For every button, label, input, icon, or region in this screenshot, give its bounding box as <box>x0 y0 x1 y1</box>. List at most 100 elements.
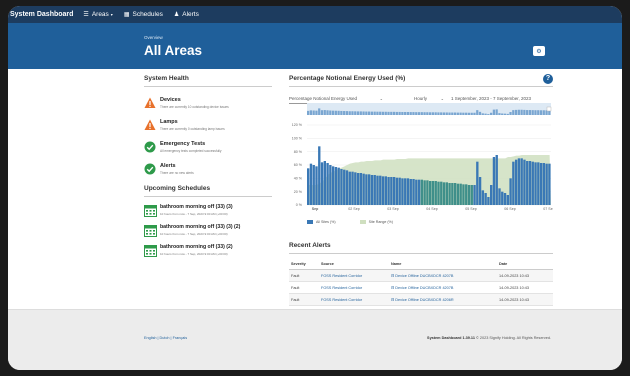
chart-bar[interactable] <box>539 163 543 205</box>
chart-bar[interactable] <box>487 197 490 205</box>
chart-bar[interactable] <box>331 166 335 205</box>
chart-bar[interactable] <box>429 181 432 205</box>
chart-bar[interactable] <box>451 183 454 205</box>
chart-bar[interactable] <box>548 163 551 205</box>
chart-bar[interactable] <box>395 177 399 205</box>
chart-bar[interactable] <box>509 178 512 205</box>
chart-bar[interactable] <box>307 168 310 205</box>
chart-bar[interactable] <box>409 179 412 205</box>
chart-bar[interactable] <box>326 163 329 205</box>
chart-bar[interactable] <box>490 185 493 205</box>
chart-bar[interactable] <box>334 167 338 205</box>
chart-bar[interactable] <box>440 181 443 205</box>
chart-bar[interactable] <box>456 183 460 205</box>
help-icon[interactable]: ? <box>543 74 553 84</box>
legend-item-all-sites[interactable]: All Sites (%) <box>307 220 336 224</box>
chart-bar[interactable] <box>445 182 448 205</box>
table-row[interactable]: Fault FOSS Resident Corridor ⊟ Device Of… <box>289 293 553 306</box>
chart-bar[interactable] <box>370 175 374 205</box>
health-item-emergency-tests[interactable]: Emergency Tests All emergency tests compl… <box>144 141 272 153</box>
chart-bar[interactable] <box>340 169 343 205</box>
chart-bar[interactable] <box>506 195 509 205</box>
chart-bar[interactable] <box>390 177 393 205</box>
nav-alerts[interactable]: ♟ Alerts <box>174 11 199 18</box>
chart-bar[interactable] <box>329 165 332 205</box>
chart-bar[interactable] <box>534 162 537 205</box>
chart-bar[interactable] <box>337 167 340 205</box>
chart-bar[interactable] <box>392 177 396 205</box>
chart-bar[interactable] <box>412 179 415 205</box>
chart-bar[interactable] <box>442 182 446 205</box>
navigator-handle[interactable] <box>546 106 552 112</box>
source-link[interactable]: FOSS Resident Corridor <box>319 269 389 282</box>
column-header[interactable]: Source <box>319 259 389 270</box>
chart-bar[interactable] <box>453 183 457 205</box>
schedule-item[interactable]: bathroom morning off (33) (2) 10 hours fr… <box>144 244 272 257</box>
chart-bar[interactable] <box>315 166 318 205</box>
chart-bar[interactable] <box>459 183 462 205</box>
schedule-item[interactable]: bathroom morning off (33) (3) (2) 10 hour… <box>144 224 272 237</box>
chart-bar[interactable] <box>545 163 548 205</box>
table-row[interactable]: Fault FOSS Resident Corridor ⊟ Device Of… <box>289 281 553 294</box>
schedule-item[interactable]: bathroom morning off (33) (3) 10 hours fr… <box>144 204 272 217</box>
health-item-lamps[interactable]: Lamps There are currently 0 outstanding l… <box>144 119 272 131</box>
chart-bar[interactable] <box>523 159 526 205</box>
chart-bar[interactable] <box>537 162 540 205</box>
chart-bar[interactable] <box>448 183 451 205</box>
chart-bar[interactable] <box>406 178 410 205</box>
chart-bar[interactable] <box>368 174 371 205</box>
settings-button[interactable]: ⚙ <box>533 46 545 56</box>
chart-bar[interactable] <box>323 161 326 205</box>
health-item-devices[interactable]: Devices There are currently 10 outstandin… <box>144 97 272 109</box>
column-header[interactable]: Severity <box>289 259 319 270</box>
chart-bar[interactable] <box>359 173 363 205</box>
alert-name-link[interactable]: ⊟ Device Offline DUCBXDCR 4207B <box>389 281 497 294</box>
chart-bar[interactable] <box>473 185 476 205</box>
chart-bar[interactable] <box>312 165 315 205</box>
source-link[interactable]: FOSS Resident Corridor <box>319 281 389 294</box>
legend-item-site-range[interactable]: Site Range (%) <box>359 220 393 224</box>
chart-bar[interactable] <box>462 184 465 205</box>
chart-bar[interactable] <box>348 171 351 205</box>
chart-bar[interactable] <box>381 176 385 205</box>
chart-bar[interactable] <box>345 170 349 205</box>
chart-bar[interactable] <box>495 155 498 205</box>
chart-bar[interactable] <box>309 163 313 205</box>
chart-bar[interactable] <box>465 184 468 205</box>
chart-bar[interactable] <box>517 158 521 205</box>
chart-bar[interactable] <box>320 162 324 205</box>
chart-bar[interactable] <box>512 161 515 205</box>
chart-bar[interactable] <box>420 179 424 205</box>
chart-bar[interactable] <box>478 177 482 205</box>
chart-bar[interactable] <box>470 185 473 205</box>
brand-name[interactable]: System Dashboard <box>10 11 73 18</box>
chart-bar[interactable] <box>492 157 496 205</box>
chart-bar[interactable] <box>514 159 518 205</box>
chart-bar[interactable] <box>520 158 523 205</box>
chart-bar[interactable] <box>387 177 390 205</box>
chart-bar[interactable] <box>356 173 360 205</box>
chart-bar[interactable] <box>437 181 440 205</box>
language-links[interactable]: English | Dutch | Français <box>144 336 187 340</box>
chart-bar[interactable] <box>426 180 429 205</box>
nav-areas[interactable]: ☰ Areas ▾ <box>83 11 112 18</box>
chart-bar[interactable] <box>484 193 487 205</box>
source-link[interactable]: FOSS Resident Corridor <box>319 293 389 306</box>
chart-bar[interactable] <box>376 175 379 205</box>
alert-name-link[interactable]: ⊟ Device Offline DUCBXDCR 4207B <box>389 269 497 282</box>
chart-bar[interactable] <box>318 146 321 205</box>
nav-schedules[interactable]: ▦ Schedules <box>124 11 163 18</box>
chart-bar[interactable] <box>415 179 418 205</box>
health-item-alerts[interactable]: Alerts There are no new alerts <box>144 163 272 175</box>
chart-bar[interactable] <box>481 190 485 205</box>
chart-bar[interactable] <box>379 175 382 205</box>
chart-bar[interactable] <box>384 176 387 205</box>
chart-bar[interactable] <box>503 193 507 205</box>
chart-bar[interactable] <box>423 180 426 205</box>
chart-bar[interactable] <box>501 191 504 205</box>
chart-bar[interactable] <box>398 177 401 205</box>
chart-bar[interactable] <box>351 171 354 205</box>
chart-bar[interactable] <box>404 178 407 205</box>
chart-bar[interactable] <box>531 161 534 205</box>
chart-bar[interactable] <box>431 181 435 205</box>
